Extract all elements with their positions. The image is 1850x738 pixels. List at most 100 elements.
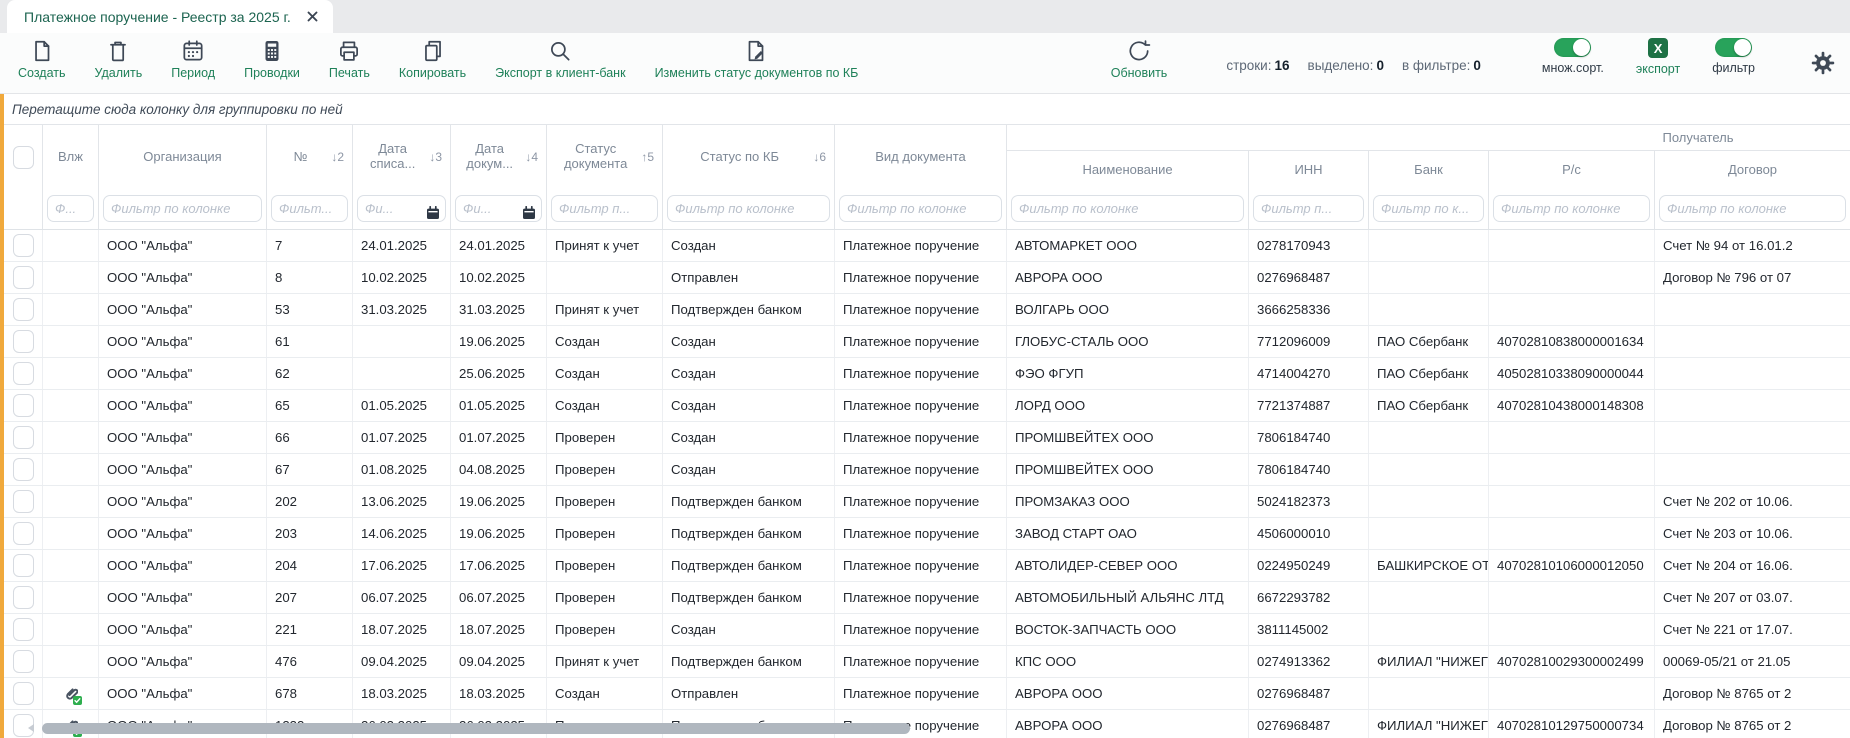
cell-recipient-name: ЗАВОД СТАРТ ОАО [1006,518,1248,549]
table-row[interactable]: ООО "Альфа" 8 10.02.2025 10.02.2025 Отпр… [4,262,1850,294]
filter-input-doc-kind[interactable] [839,195,1002,222]
column-header-doc-status[interactable]: Статус документа↑5 [546,125,662,189]
cell-account: 40702810029300002499 [1488,646,1654,677]
horizontal-scrollbar[interactable] [42,723,910,734]
gear-icon[interactable] [1810,50,1836,81]
filter-input-kb-status[interactable] [667,195,830,222]
filter-toggle[interactable]: фильтр [1712,38,1755,76]
export-excel-button[interactable]: X экспорт [1636,38,1680,76]
cell-date-writeoff: 01.08.2025 [352,454,450,485]
table-row[interactable]: ООО "Альфа" 207 06.07.2025 06.07.2025 Пр… [4,582,1850,614]
filter-input-name[interactable] [1011,195,1244,222]
table-row[interactable]: ООО "Альфа" 65 01.05.2025 01.05.2025 Соз… [4,390,1850,422]
column-header-bank[interactable]: Банк [1368,151,1488,189]
attachment-icon[interactable] [62,685,80,703]
filter-input-contract[interactable] [1659,195,1846,222]
column-header-inn[interactable]: ИНН [1248,151,1368,189]
filter-input-doc-status[interactable] [551,195,658,222]
cell-number: 202 [266,486,352,517]
row-checkbox[interactable] [13,522,34,545]
table-header: Влж Организация №↓2 Дата списа...↓3 Дата… [4,124,1850,230]
tab-payment-registry[interactable]: Платежное поручение - Реестр за 2025 г. [7,0,333,33]
row-checkbox[interactable] [13,298,34,321]
cell-bank: ПАО Сбербанк [1368,390,1488,421]
table-row[interactable]: ООО "Альфа" 61 19.06.2025 Создан Создан … [4,326,1850,358]
close-tab-icon[interactable] [307,11,318,22]
column-header-name[interactable]: Наименование [1006,151,1248,189]
search-icon [547,38,573,64]
period-button[interactable]: Период [171,38,215,80]
select-all-checkbox[interactable] [13,146,34,169]
column-header-doc-kind[interactable]: Вид документа [834,125,1006,189]
row-checkbox[interactable] [13,330,34,353]
column-header-number[interactable]: №↓2 [266,125,352,189]
cell-bank [1368,582,1488,613]
cell-organization: ООО "Альфа" [98,294,266,325]
column-header-account[interactable]: Р/с [1488,151,1654,189]
filter-input-attachments[interactable] [47,195,94,222]
refresh-icon [1126,38,1152,64]
row-checkbox[interactable] [13,490,34,513]
filter-input-account[interactable] [1493,195,1650,222]
column-header-contract[interactable]: Договор [1654,151,1850,189]
filter-input-bank[interactable] [1373,195,1484,222]
row-checkbox[interactable] [13,426,34,449]
toggle-on-icon[interactable] [1554,38,1591,57]
table-row[interactable]: ООО "Альфа" 204 17.06.2025 17.06.2025 Пр… [4,550,1850,582]
toggle-on-icon[interactable] [1715,38,1752,57]
toolbar: Создать Удалить Период Проводки Печать К… [0,33,1850,94]
row-checkbox[interactable] [13,394,34,417]
create-button[interactable]: Создать [18,38,66,80]
calendar-icon[interactable] [522,206,536,225]
new-document-icon [29,38,55,64]
group-by-drop-zone[interactable]: Перетащите сюда колонку для группировки … [4,94,1850,124]
table-row[interactable]: ООО "Альфа" 7 24.01.2025 24.01.2025 Прин… [4,230,1850,262]
print-button[interactable]: Печать [329,38,370,80]
column-header-date-document[interactable]: Дата докум...↓4 [450,125,546,189]
table-row[interactable]: ООО "Альфа" 476 09.04.2025 09.04.2025 Пр… [4,646,1850,678]
multi-sort-toggle[interactable]: множ.сорт. [1542,38,1604,76]
export-client-bank-button[interactable]: Экспорт в клиент-банк [495,38,625,80]
table-row[interactable]: ООО "Альфа" 678 18.03.2025 18.03.2025 Со… [4,678,1850,710]
row-checkbox[interactable] [13,650,34,673]
table-row[interactable]: ООО "Альфа" 62 25.06.2025 Создан Создан … [4,358,1850,390]
table-body: ООО "Альфа" 7 24.01.2025 24.01.2025 Прин… [4,230,1850,738]
row-checkbox[interactable] [13,554,34,577]
change-kb-status-button[interactable]: Изменить статус документов по КБ [655,38,859,80]
scroll-left-icon[interactable] [28,724,34,732]
table-row[interactable]: ООО "Альфа" 67 01.08.2025 04.08.2025 Про… [4,454,1850,486]
row-attachment-cell [42,262,98,293]
table-row[interactable]: ООО "Альфа" 203 14.06.2025 19.06.2025 Пр… [4,518,1850,550]
refresh-button[interactable]: Обновить [1111,38,1168,80]
copy-button[interactable]: Копировать [399,38,466,80]
cell-bank [1368,262,1488,293]
calendar-icon[interactable] [426,206,440,225]
row-select-cell [4,358,42,389]
row-checkbox[interactable] [13,682,34,705]
column-header-date-writeoff[interactable]: Дата списа...↓3 [352,125,450,189]
table-row[interactable]: ООО "Альфа" 202 13.06.2025 19.06.2025 Пр… [4,486,1850,518]
filter-input-inn[interactable] [1253,195,1364,222]
filter-input-number[interactable] [271,195,348,222]
postings-button[interactable]: Проводки [244,38,300,80]
row-attachment-cell [42,678,98,709]
filter-input-organization[interactable] [103,195,262,222]
row-checkbox[interactable] [13,458,34,481]
cell-contract [1654,390,1850,421]
row-checkbox[interactable] [13,586,34,609]
row-checkbox[interactable] [13,362,34,385]
cell-number: 678 [266,678,352,709]
table-row[interactable]: ООО "Альфа" 53 31.03.2025 31.03.2025 При… [4,294,1850,326]
cell-number: 8 [266,262,352,293]
column-header-kb-status[interactable]: Статус по КБ↓6 [662,125,834,189]
table-row[interactable]: ООО "Альфа" 66 01.07.2025 01.07.2025 Про… [4,422,1850,454]
row-checkbox[interactable] [13,266,34,289]
cell-organization: ООО "Альфа" [98,454,266,485]
column-header-organization[interactable]: Организация [98,125,266,189]
row-checkbox[interactable] [13,618,34,641]
column-header-attachments[interactable]: Влж [42,125,98,189]
table-row[interactable]: ООО "Альфа" 221 18.07.2025 18.07.2025 Пр… [4,614,1850,646]
delete-button[interactable]: Удалить [95,38,143,80]
attachment-check-icon [73,696,82,705]
row-checkbox[interactable] [13,234,34,257]
